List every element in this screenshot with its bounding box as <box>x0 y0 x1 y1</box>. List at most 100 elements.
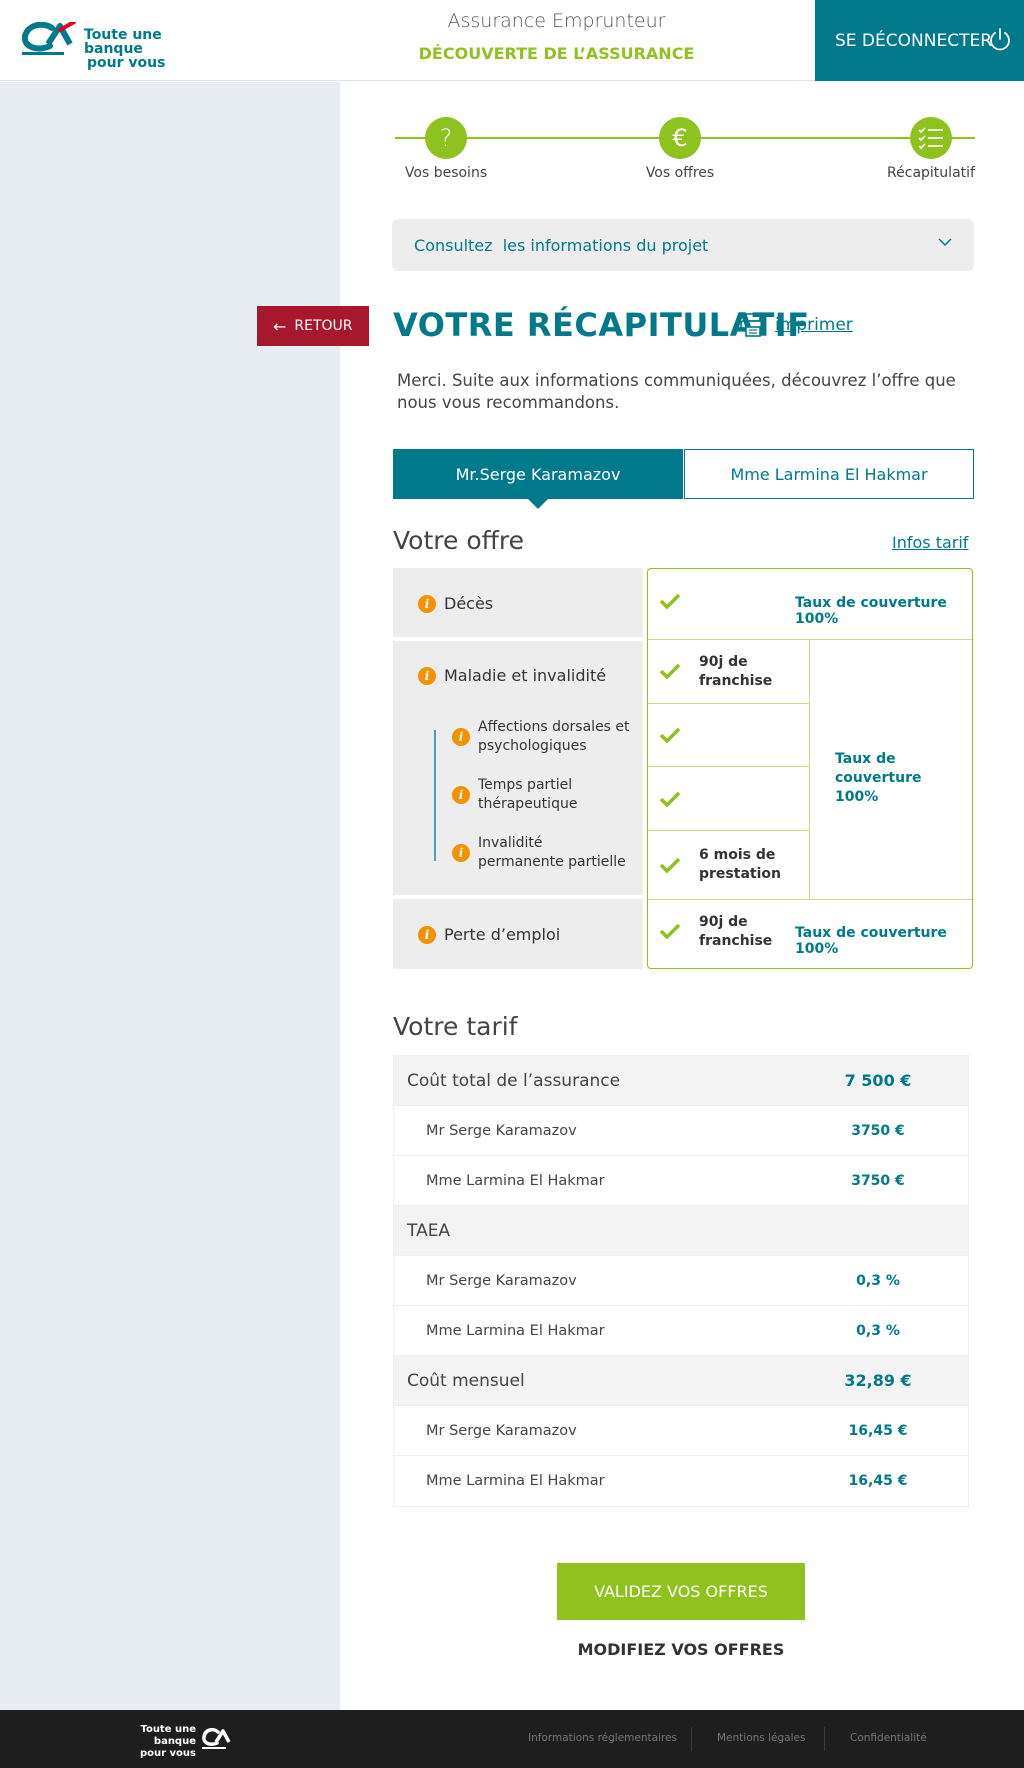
tarif-row: Mme Larmina El Hakmar 3750 € <box>394 1156 968 1206</box>
divider <box>809 639 810 899</box>
franchise-text: 90j de franchise <box>699 914 773 949</box>
footer-link-privacy[interactable]: Confidentialité <box>850 1732 927 1744</box>
info-icon: i <box>418 925 436 944</box>
guarantee-affections[interactable]: i Affections dorsales et psychologiques <box>452 718 632 756</box>
footer-logo-line-2: pour vous <box>139 1748 196 1759</box>
tarif-section-title: Votre tarif <box>393 1012 518 1041</box>
project-info-toggle[interactable]: Consultez les informations du projet <box>392 219 974 271</box>
coverage-rate: Taux de couverture 100% <box>835 751 922 805</box>
guarantee-maladie[interactable]: i Maladie et invalidité <box>418 666 606 685</box>
check-icon <box>659 791 681 807</box>
question-icon: ? <box>425 117 467 159</box>
tarif-row: Mr Serge Karamazov 3750 € <box>394 1106 968 1156</box>
print-link[interactable]: imprimer <box>740 312 853 338</box>
header: Toute une banque pour vous Assurance Emp… <box>0 0 1024 81</box>
power-icon <box>990 28 1010 51</box>
divider <box>648 703 810 704</box>
tarif-value: 3750 € <box>851 1122 905 1139</box>
tarif-row: Mme Larmina El Hakmar 0,3 % <box>394 1306 968 1356</box>
check-icon <box>659 923 681 939</box>
tarif-value: 32,89 € <box>844 1371 912 1390</box>
tarif-value: 0,3 % <box>856 1322 900 1339</box>
ca-logo-icon <box>202 1728 231 1749</box>
chevron-down-icon <box>938 238 952 247</box>
tarif-row: Mr Serge Karamazov 0,3 % <box>394 1256 968 1306</box>
tarif-label: Mme Larmina El Hakmar <box>426 1473 605 1489</box>
footer-logo-line-1: Toute une banque <box>140 1724 196 1747</box>
prestation-text: 6 mois de prestation <box>699 847 781 882</box>
back-button[interactable]: ← RETOUR <box>257 306 369 346</box>
step-label: Vos offres <box>645 165 715 181</box>
arrow-left-icon: ← <box>273 316 287 336</box>
guarantee-label: Perte d’emploi <box>444 925 561 944</box>
coverage-rate: Taux de couverture 100% <box>795 595 947 627</box>
tarif-row-monthly: Coût mensuel 32,89 € <box>394 1356 968 1406</box>
tarif-row: Mme Larmina El Hakmar 16,45 € <box>394 1456 968 1506</box>
logout-label: SE DÉCONNECTER <box>835 30 993 51</box>
sub-guarantee-line <box>434 730 436 861</box>
logout-button[interactable]: SE DÉCONNECTER <box>815 0 1024 81</box>
tarif-value: 3750 € <box>851 1172 905 1189</box>
euro-glyph: € <box>672 124 688 152</box>
tarif-table: Coût total de l’assurance 7 500 € Mr Ser… <box>393 1055 969 1507</box>
step-vos-besoins[interactable]: ? Vos besoins <box>386 117 506 181</box>
tarif-label: Mme Larmina El Hakmar <box>426 1322 605 1339</box>
infos-tarif-link[interactable]: Infos tarif <box>892 533 968 552</box>
tarif-row-total: Coût total de l’assurance 7 500 € <box>394 1056 968 1106</box>
tarif-label: Mr Serge Karamazov <box>426 1422 577 1439</box>
divider <box>648 899 972 900</box>
back-label: RETOUR <box>294 318 353 334</box>
header-center: Assurance Emprunteur DÉCOUVERTE DE L’ASS… <box>380 10 733 63</box>
info-icon: i <box>452 786 470 804</box>
intro-text: Merci. Suite aux informations communiqué… <box>397 371 956 412</box>
guarantee-label: Maladie et invalidité <box>444 666 607 685</box>
tab-label: Mme Larmina El Hakmar <box>730 464 928 484</box>
footer-logo-text[interactable]: Toute une banque pour vous <box>100 1724 196 1760</box>
guarantee-temps-partiel[interactable]: i Temps partiel thérapeutique <box>452 776 632 814</box>
tarif-value: 16,45 € <box>848 1473 908 1489</box>
info-icon: i <box>452 728 470 746</box>
guarantee-perte-emploi[interactable]: i Perte d’emploi <box>418 925 560 944</box>
info-icon: i <box>418 666 436 685</box>
tarif-value: 7 500 € <box>844 1071 912 1090</box>
question-glyph: ? <box>439 124 453 152</box>
logo-line-1: Toute une banque <box>84 27 162 57</box>
divider <box>648 639 972 640</box>
tab-serge-karamazov[interactable]: Mr.Serge Karamazov <box>393 449 683 509</box>
guarantee-deces[interactable]: i Décès <box>418 594 493 613</box>
tarif-row-taea: TAEA <box>394 1206 968 1256</box>
tarif-row: Mr Serge Karamazov 16,45 € <box>394 1406 968 1456</box>
franchise-text: 90j de franchise <box>699 654 773 689</box>
footer-separator <box>824 1727 825 1751</box>
printer-icon <box>740 313 766 337</box>
header-subtitle: Assurance Emprunteur <box>447 10 666 32</box>
check-icon <box>659 727 681 743</box>
step-recapitulatif[interactable]: Récapitulatif <box>871 117 991 181</box>
offer-section-title: Votre offre <box>393 526 524 555</box>
validate-offers-button[interactable]: VALIDEZ VOS OFFRES <box>557 1563 805 1620</box>
guarantee-invalidite[interactable]: i Invalidité permanente partielle <box>452 834 632 872</box>
step-label: Récapitulatif <box>887 165 975 181</box>
footer-link-legal[interactable]: Mentions légales <box>717 1732 805 1744</box>
project-info-label: Consultez les informations du projet <box>414 235 709 255</box>
modify-offers-button[interactable]: MODIFIEZ VOS OFFRES <box>557 1640 805 1659</box>
step-vos-offres[interactable]: € Vos offres <box>620 117 740 181</box>
tarif-label: Coût mensuel <box>407 1370 525 1391</box>
tarif-label: TAEA <box>407 1220 451 1241</box>
bank-logo[interactable]: Toute une banque pour vous <box>22 22 222 70</box>
check-icon <box>659 857 681 873</box>
footer-link-regulatory[interactable]: Informations réglementaires <box>528 1732 677 1744</box>
check-icon <box>659 663 681 679</box>
guarantee-label: Temps partiel thérapeutique <box>478 777 578 812</box>
checklist-svg <box>918 127 943 150</box>
info-icon: i <box>452 844 470 862</box>
guarantee-label: Invalidité permanente partielle <box>478 835 626 870</box>
footer-separator <box>691 1727 692 1751</box>
logo-text: Toute une banque pour vous <box>84 28 222 70</box>
coverage-rate: Taux de couverture 100% <box>795 925 947 957</box>
tab-larmina-el-hakmar[interactable]: Mme Larmina El Hakmar <box>684 449 974 499</box>
tarif-label: Mr Serge Karamazov <box>426 1122 577 1139</box>
tarif-value: 16,45 € <box>848 1422 908 1439</box>
print-label: imprimer <box>775 315 853 335</box>
ca-logo-icon <box>22 22 76 55</box>
